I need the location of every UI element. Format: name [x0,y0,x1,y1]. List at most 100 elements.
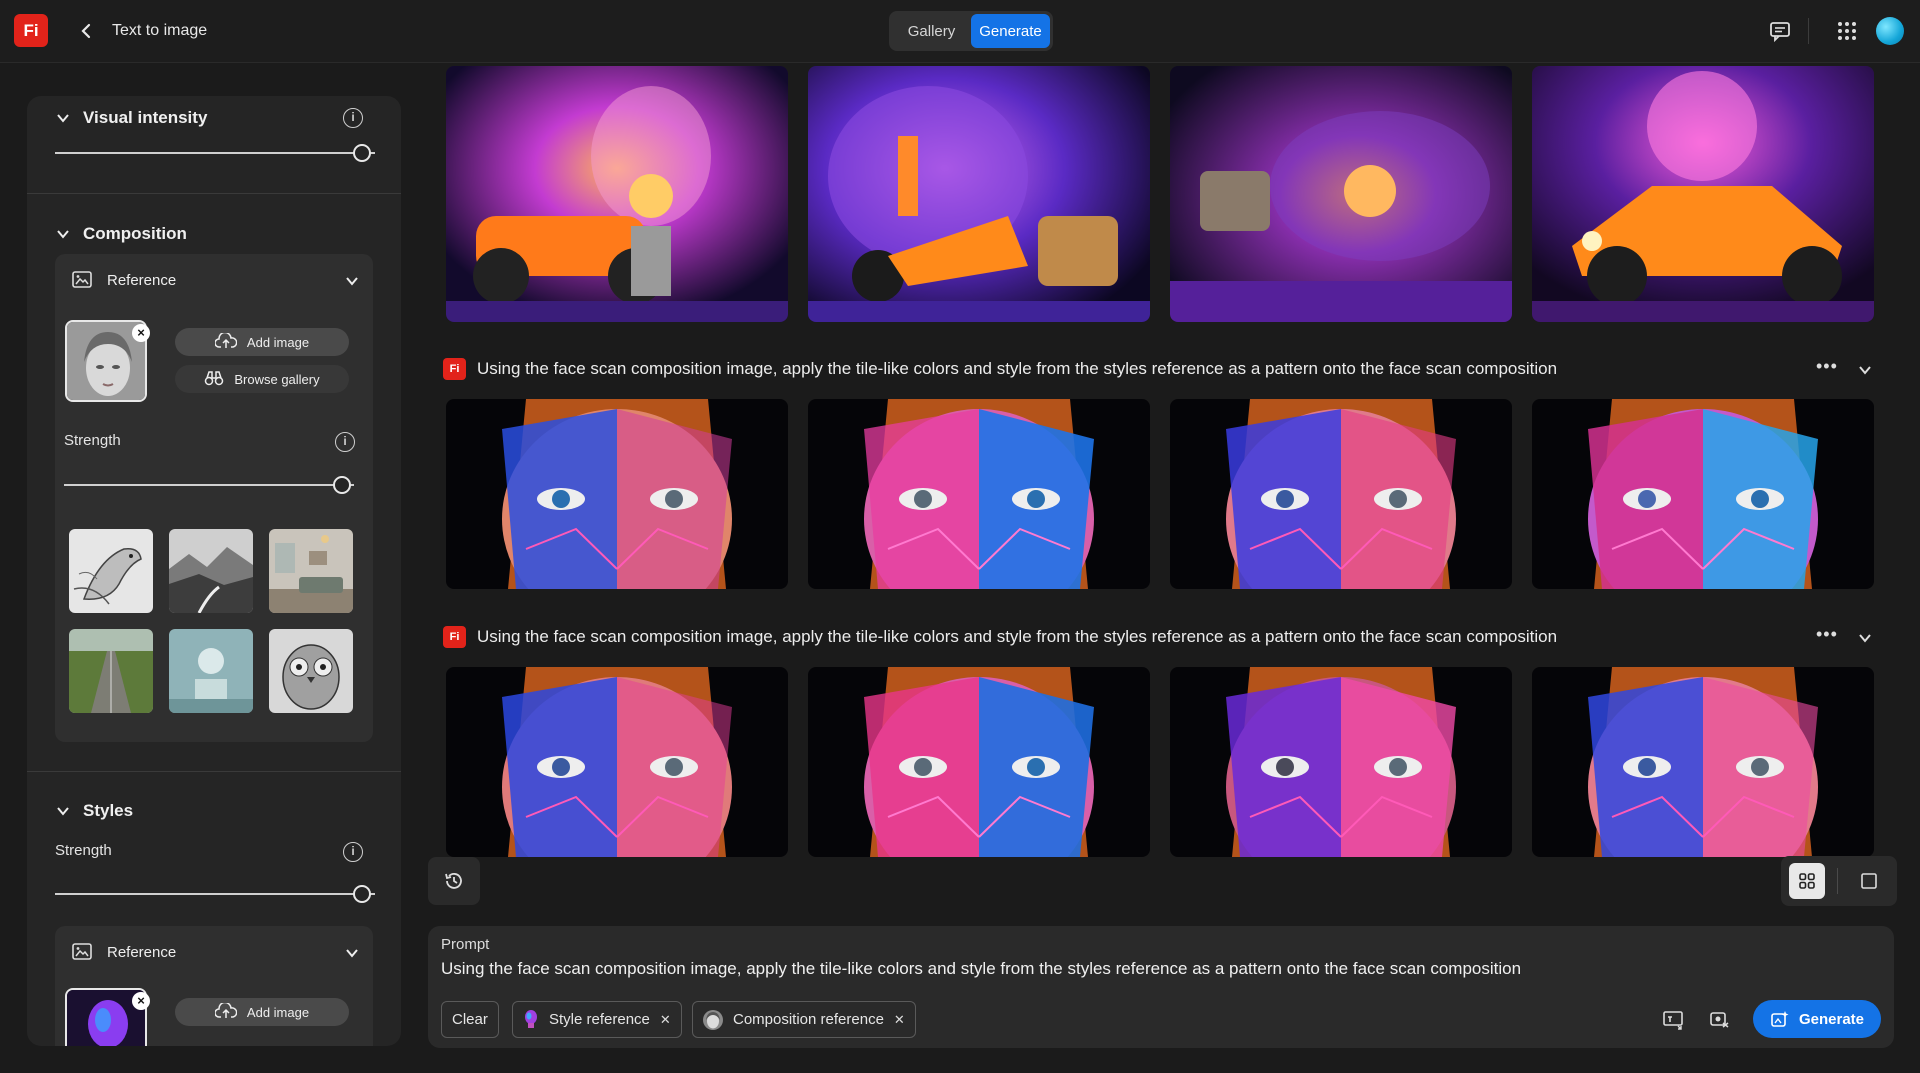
browse-gallery-button[interactable]: Browse gallery [175,365,349,393]
prompt-label: Prompt [441,936,490,953]
info-icon[interactable]: i [343,842,363,862]
generate-label: Generate [1798,1010,1865,1028]
prompt-text: Using the face scan composition image, a… [477,627,1558,646]
prompt-panel: Prompt Using the face scan composition i… [428,926,1894,1048]
content-type-icon[interactable] [1708,1009,1732,1031]
remove-chip-icon[interactable]: ✕ [894,1012,905,1028]
aspect-ratio-icon[interactable] [1662,1009,1686,1031]
upload-cloud-icon [214,1001,238,1022]
section-title: Styles [83,801,134,820]
remove-chip-icon[interactable]: ✕ [660,1012,671,1028]
grid-view-button[interactable] [1789,863,1825,899]
result-image[interactable] [808,667,1150,857]
result-image[interactable] [1532,66,1874,322]
chevron-down-icon[interactable] [345,274,359,288]
topbar-divider [1808,18,1809,44]
slider-handle[interactable] [353,144,371,162]
firefly-mini-icon: Fi [443,626,466,648]
result-image[interactable] [1170,66,1512,322]
top-bar: Fi Text to image Gallery Generate [0,0,1920,63]
binoculars-icon [204,370,224,389]
upload-cloud-icon [214,331,238,352]
add-image-label: Add image [246,334,310,350]
generate-button[interactable]: Generate [1753,1000,1881,1038]
remove-reference-icon[interactable]: × [132,324,150,342]
grid-icon [1799,873,1815,889]
composition-reference-chip[interactable]: Composition reference ✕ [692,1001,916,1038]
sample-landscape-mono[interactable] [169,529,253,613]
square-icon [1861,873,1877,889]
image-reference-icon [72,271,92,288]
section-title: Visual intensity [83,108,208,127]
feedback-icon[interactable] [1767,18,1793,44]
result-image[interactable] [446,66,788,322]
reference-dropdown[interactable]: Reference [71,942,176,962]
styles-header[interactable]: Styles [57,801,133,821]
history-button[interactable] [428,857,480,905]
chevron-down-icon [57,807,69,816]
page-title: Text to image [112,22,208,39]
sample-interior-room[interactable] [269,529,353,613]
firefly-mini-icon: Fi [443,358,466,380]
composition-card: Reference × Add image Browse gallery Str… [55,254,373,742]
single-view-button[interactable] [1851,863,1887,899]
result-image[interactable] [1532,667,1874,857]
result-image[interactable] [446,399,788,589]
style-reference-chip[interactable]: Style reference ✕ [512,1001,682,1038]
generation-prompt: Fi Using the face scan composition image… [443,358,1557,380]
apps-grid-icon[interactable] [1834,18,1860,44]
chevron-down-icon[interactable] [1858,363,1872,377]
add-image-label: Add image [246,1004,310,1020]
tab-gallery[interactable]: Gallery [892,14,971,48]
chevron-down-icon [57,230,69,239]
browse-gallery-label: Browse gallery [234,371,320,387]
styles-strength-slider[interactable] [55,893,375,895]
prompt-text: Using the face scan composition image, a… [477,359,1558,378]
result-image[interactable] [808,66,1150,322]
clear-button[interactable]: Clear [441,1001,499,1038]
back-arrow-icon[interactable] [76,18,96,44]
generation-prompt: Fi Using the face scan composition image… [443,626,1557,648]
chevron-down-icon[interactable] [1858,631,1872,645]
result-image[interactable] [446,667,788,857]
sample-road-field[interactable] [69,629,153,713]
reference-dropdown[interactable]: Reference [71,270,176,290]
info-icon[interactable]: i [335,432,355,452]
visual-intensity-header[interactable]: Visual intensity [57,108,207,128]
divider [27,771,401,772]
slider-handle[interactable] [333,476,351,494]
remove-reference-icon[interactable]: × [132,992,150,1010]
result-image[interactable] [1170,667,1512,857]
sample-sphere-cube[interactable] [169,629,253,713]
history-icon [445,873,462,889]
visual-intensity-slider[interactable] [55,152,375,154]
divider [27,193,401,194]
more-options-icon[interactable]: ••• [1816,356,1838,377]
composition-reference-label: Composition reference [733,1011,884,1028]
firefly-logo[interactable]: Fi [14,14,48,47]
prompt-input[interactable]: Using the face scan composition image, a… [441,959,1521,979]
reference-label: Reference [107,271,177,289]
bulb-thumbnail-icon [523,1009,539,1030]
add-image-button[interactable]: Add image [175,998,349,1026]
sample-owl-sketch[interactable] [269,629,353,713]
more-options-icon[interactable]: ••• [1816,624,1838,645]
result-image[interactable] [1170,399,1512,589]
result-image[interactable] [808,399,1150,589]
info-icon[interactable]: i [343,108,363,128]
strength-label: Strength [64,432,121,449]
tab-generate[interactable]: Generate [971,14,1050,48]
clear-label: Clear [452,1011,488,1028]
composition-header[interactable]: Composition [57,224,187,244]
strength-label: Strength [55,842,112,859]
slider-handle[interactable] [353,885,371,903]
avatar[interactable] [1876,17,1904,45]
add-image-button[interactable]: Add image [175,328,349,356]
reference-label: Reference [107,943,177,961]
result-image[interactable] [1532,399,1874,589]
settings-panel: Visual intensity i Composition Reference… [27,96,401,1046]
sample-bird-sketch[interactable] [69,529,153,613]
chevron-down-icon[interactable] [345,946,359,960]
image-reference-icon [72,943,92,960]
composition-strength-slider[interactable] [64,484,354,486]
